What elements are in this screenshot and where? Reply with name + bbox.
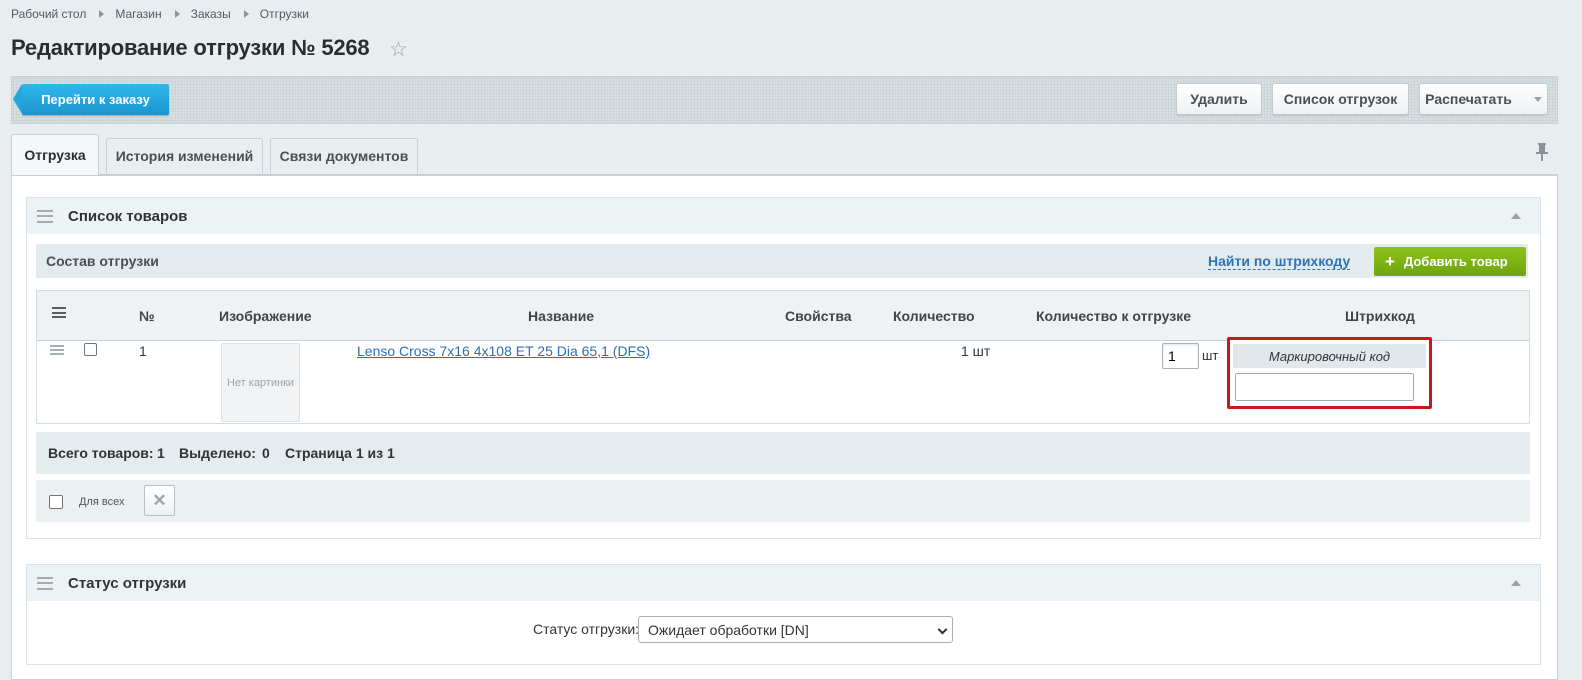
tab-history-label: История изменений [115, 148, 254, 164]
breadcrumb-desktop[interactable]: Рабочий стол [11, 7, 86, 21]
total-label: Всего товаров: [48, 445, 154, 461]
ship-quantity-input[interactable] [1162, 343, 1199, 369]
status-label: Статус отгрузки: [533, 621, 640, 637]
breadcrumb-orders[interactable]: Заказы [191, 7, 231, 21]
for-all-label: Для всех [79, 496, 125, 508]
tab-documents-label: Связи документов [279, 148, 409, 164]
plus-icon: + [1385, 252, 1395, 271]
products-section: Список товаров Состав отгрузки Найти по … [26, 197, 1541, 539]
table-row: 1 Нет картинки Lenso Cross 7x16 4x108 ET… [37, 291, 1529, 423]
status-select[interactable]: Ожидает обработки [DN] [638, 616, 953, 643]
toolbar: Перейти к заказу Удалить Список отгрузок… [11, 76, 1558, 124]
page-title: Редактирование отгрузки № 5268 [11, 35, 370, 60]
status-section-header[interactable]: Статус отгрузки [27, 565, 1540, 601]
group-action-bar: Для всех ✕ [36, 480, 1530, 522]
marking-code-label: Маркировочный код [1233, 344, 1426, 368]
breadcrumb-shipments[interactable]: Отгрузки [260, 7, 309, 21]
products-table: № Изображение Название Свойства Количест… [36, 290, 1530, 424]
shipment-composition-bar: Состав отгрузки Найти по штрихкоду + Доб… [36, 244, 1528, 278]
select-all-checkbox[interactable] [49, 495, 63, 509]
tab-history[interactable]: История изменений [106, 138, 263, 173]
selected-label: Выделено: [179, 445, 256, 461]
status-section: Статус отгрузки Статус отгрузки: Ожидает… [26, 564, 1541, 665]
find-by-barcode-link[interactable]: Найти по штрихкоду [1208, 253, 1351, 270]
collapse-icon[interactable] [1511, 580, 1521, 586]
print-button-label: Распечатать [1425, 91, 1512, 107]
breadcrumb-separator-icon [243, 10, 249, 18]
close-icon: ✕ [152, 490, 167, 510]
chevron-down-icon [937, 624, 948, 635]
row-checkbox[interactable] [84, 343, 97, 356]
marking-code-input[interactable] [1235, 373, 1414, 401]
product-image-placeholder: Нет картинки [221, 343, 300, 422]
pin-icon[interactable] [1535, 142, 1549, 162]
collapse-icon[interactable] [1511, 213, 1521, 219]
status-section-title: Статус отгрузки [68, 574, 187, 592]
drag-handle-icon[interactable] [37, 209, 53, 223]
breadcrumb: Рабочий стол Магазин Заказы Отгрузки [11, 7, 309, 21]
shipment-list-label: Список отгрузок [1283, 91, 1398, 107]
ship-quantity-unit: шт [1202, 348, 1219, 363]
tab-shipment[interactable]: Отгрузка [11, 134, 99, 175]
star-icon[interactable]: ☆ [389, 38, 408, 62]
barcode-cell-highlight: Маркировочный код [1227, 337, 1432, 409]
table-footer: Всего товаров: 1 Выделено: 0 Страница 1 … [36, 432, 1530, 474]
delete-button[interactable]: Удалить [1176, 83, 1262, 115]
breadcrumb-shop[interactable]: Магазин [115, 7, 161, 21]
product-name-link[interactable]: Lenso Cross 7x16 4x108 ET 25 Dia 65,1 (D… [357, 343, 650, 359]
product-quantity: 1 шт [961, 343, 991, 359]
add-product-button[interactable]: + Добавить товар [1374, 247, 1526, 276]
tab-shipment-label: Отгрузка [24, 147, 86, 163]
selected-value: 0 [262, 445, 270, 461]
shipment-list-button[interactable]: Список отгрузок [1272, 83, 1409, 115]
products-section-title: Список товаров [68, 207, 188, 225]
delete-selected-button[interactable]: ✕ [144, 485, 175, 516]
drag-handle-icon[interactable] [37, 576, 53, 590]
tab-documents[interactable]: Связи документов [270, 138, 418, 173]
pagination-text: Страница 1 из 1 [285, 445, 395, 461]
breadcrumb-separator-icon [99, 10, 105, 18]
shipment-composition-title: Состав отгрузки [46, 253, 159, 269]
chevron-down-icon[interactable] [1533, 96, 1542, 102]
print-button[interactable]: Распечатать [1419, 83, 1548, 115]
total-value: 1 [157, 445, 165, 461]
breadcrumb-separator-icon [174, 10, 180, 18]
delete-button-label: Удалить [1190, 91, 1248, 107]
goto-order-button[interactable]: Перейти к заказу [13, 84, 169, 115]
tab-content: Список товаров Состав отгрузки Найти по … [11, 174, 1558, 680]
row-drag-handle-icon[interactable] [50, 345, 64, 355]
add-product-label: Добавить товар [1403, 254, 1508, 269]
status-select-value: Ожидает обработки [DN] [648, 621, 809, 638]
products-section-header[interactable]: Список товаров [27, 198, 1540, 234]
row-number: 1 [139, 343, 147, 359]
